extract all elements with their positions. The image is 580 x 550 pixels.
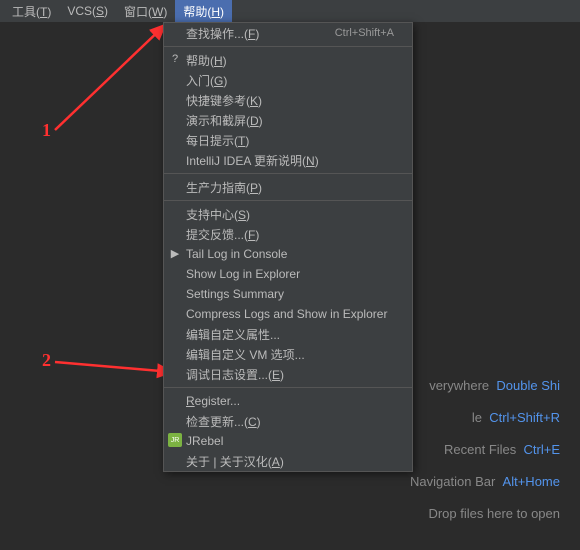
menu-item-label: JRebel bbox=[186, 434, 394, 448]
menu-item[interactable]: JR JRebel bbox=[164, 431, 412, 451]
help-dropdown: 查找操作...(F)Ctrl+Shift+A? 帮助(H) 入门(G) 快捷键参考(K… bbox=[163, 22, 413, 472]
menu-item[interactable]: 入门(G) bbox=[164, 70, 412, 90]
menu-item[interactable]: ? 帮助(H) bbox=[164, 50, 412, 70]
menu-item-label: 每日提示(T) bbox=[186, 132, 394, 149]
menu-item[interactable]: 调试日志设置...(E) bbox=[164, 364, 412, 384]
jrebel-icon: JR bbox=[168, 433, 182, 447]
menu-tools[interactable]: 工具(T) bbox=[4, 0, 59, 23]
menu-item-label: 入门(G) bbox=[186, 72, 394, 89]
menu-item-label: 帮助(H) bbox=[186, 52, 394, 69]
menu-separator bbox=[164, 200, 412, 201]
menu-item-label: Register... bbox=[186, 394, 394, 408]
menu-item[interactable]: 支持中心(S) bbox=[164, 204, 412, 224]
menu-item-label: 支持中心(S) bbox=[186, 206, 394, 223]
menu-item[interactable]: 提交反馈...(F) bbox=[164, 224, 412, 244]
annotation-1: 1 bbox=[42, 120, 51, 141]
menu-item[interactable]: 演示和截屏(D) bbox=[164, 110, 412, 130]
menu-item[interactable]: 关于 | 关于汉化(A) bbox=[164, 451, 412, 471]
menu-help[interactable]: 帮助(H) bbox=[175, 0, 232, 23]
menu-item[interactable]: 编辑自定义 VM 选项... bbox=[164, 344, 412, 364]
menu-item-label: 编辑自定义属性... bbox=[186, 326, 394, 343]
play-icon: ▶ bbox=[168, 246, 182, 260]
menu-item-label: Settings Summary bbox=[186, 287, 394, 301]
help-icon: ? bbox=[168, 52, 182, 66]
menu-item-label: 快捷键参考(K) bbox=[186, 92, 394, 109]
menu-item[interactable]: ▶ Tail Log in Console bbox=[164, 244, 412, 264]
hint-search-everywhere: verywhere Double Shi bbox=[410, 370, 560, 402]
menu-item[interactable]: Settings Summary bbox=[164, 284, 412, 304]
menu-item-label: 演示和截屏(D) bbox=[186, 112, 394, 129]
menu-item-label: Tail Log in Console bbox=[186, 247, 394, 261]
menu-item-label: IntelliJ IDEA 更新说明(N) bbox=[186, 152, 394, 169]
hint-drop-files: Drop files here to open bbox=[410, 498, 560, 530]
menu-item[interactable]: Register... bbox=[164, 391, 412, 411]
menu-item-label: 编辑自定义 VM 选项... bbox=[186, 346, 394, 363]
menu-separator bbox=[164, 387, 412, 388]
menu-item-label: Compress Logs and Show in Explorer bbox=[186, 307, 394, 321]
hint-recent-files: Recent Files Ctrl+E bbox=[410, 434, 560, 466]
menu-item-label: 关于 | 关于汉化(A) bbox=[186, 453, 394, 470]
menu-window[interactable]: 窗口(W) bbox=[116, 0, 175, 23]
menu-item[interactable]: 检查更新...(C) bbox=[164, 411, 412, 431]
welcome-hints: verywhere Double Shi le Ctrl+Shift+R Rec… bbox=[410, 370, 560, 530]
menu-item-label: 生产力指南(P) bbox=[186, 179, 394, 196]
menu-item[interactable]: 查找操作...(F)Ctrl+Shift+A bbox=[164, 23, 412, 43]
hint-navigation-bar: Navigation Bar Alt+Home bbox=[410, 466, 560, 498]
menubar: 工具(T) VCS(S) 窗口(W) 帮助(H) bbox=[0, 0, 580, 22]
menu-item-shortcut: Ctrl+Shift+A bbox=[335, 27, 394, 39]
menu-vcs[interactable]: VCS(S) bbox=[59, 1, 116, 21]
hint-go-to-file: le Ctrl+Shift+R bbox=[410, 402, 560, 434]
annotation-2: 2 bbox=[42, 350, 51, 371]
menu-item[interactable]: 快捷键参考(K) bbox=[164, 90, 412, 110]
menu-separator bbox=[164, 173, 412, 174]
menu-item-label: 查找操作...(F) bbox=[186, 25, 335, 42]
menu-item[interactable]: Compress Logs and Show in Explorer bbox=[164, 304, 412, 324]
menu-item-label: 调试日志设置...(E) bbox=[186, 366, 394, 383]
menu-item-label: 检查更新...(C) bbox=[186, 413, 394, 430]
menu-item[interactable]: Show Log in Explorer bbox=[164, 264, 412, 284]
menu-item[interactable]: IntelliJ IDEA 更新说明(N) bbox=[164, 150, 412, 170]
menu-item-label: Show Log in Explorer bbox=[186, 267, 394, 281]
menu-item[interactable]: 每日提示(T) bbox=[164, 130, 412, 150]
menu-item[interactable]: 生产力指南(P) bbox=[164, 177, 412, 197]
menu-item[interactable]: 编辑自定义属性... bbox=[164, 324, 412, 344]
menu-separator bbox=[164, 46, 412, 47]
menu-item-label: 提交反馈...(F) bbox=[186, 226, 394, 243]
